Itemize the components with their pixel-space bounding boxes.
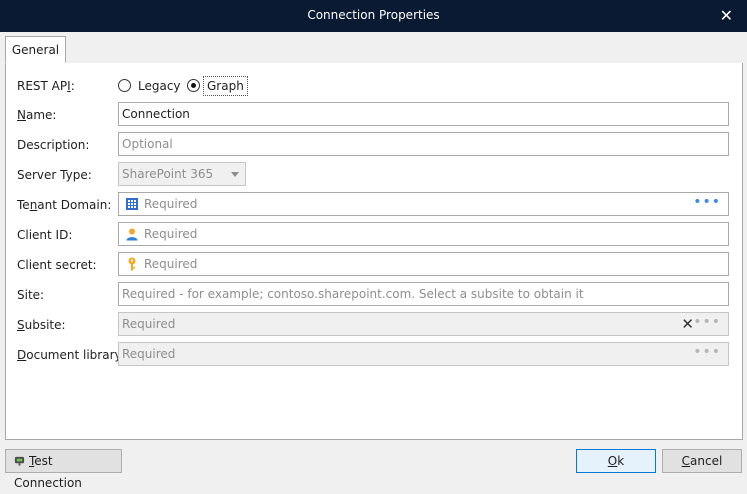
document-library-placeholder: Required	[122, 347, 176, 361]
client-id-field[interactable]: Required	[118, 222, 729, 246]
graph-radio[interactable]	[187, 79, 200, 92]
tenant-domain-placeholder: Required	[144, 197, 198, 211]
document-library-field[interactable]: Required •••	[118, 342, 729, 366]
legacy-radio[interactable]	[118, 79, 131, 92]
close-icon[interactable]: ✕	[720, 6, 733, 25]
browse-dots-icon[interactable]: •••	[693, 344, 721, 360]
radio-selected-dot	[191, 83, 196, 88]
subsite-label: Subsite:	[17, 318, 66, 332]
user-icon	[126, 228, 138, 241]
subsite-field[interactable]: Required ✕ •••	[118, 312, 729, 336]
subsite-placeholder: Required	[122, 317, 176, 331]
key-icon	[128, 257, 136, 271]
tenant-domain-label: Tenant Domain:	[17, 198, 112, 212]
site-label: Site:	[17, 288, 45, 302]
description-label: Description:	[17, 138, 90, 152]
tenant-domain-field[interactable]: Required •••	[118, 192, 729, 216]
window-title: Connection Properties	[307, 8, 440, 22]
ok-button[interactable]: Ok	[576, 449, 656, 473]
description-field[interactable]: Optional	[118, 132, 729, 156]
building-icon	[126, 198, 138, 210]
site-placeholder: Required - for example; contoso.sharepoi…	[122, 287, 584, 301]
server-type-label: Server Type:	[17, 168, 92, 182]
title-bar: Connection Properties ✕	[0, 0, 747, 32]
browse-dots-icon[interactable]: •••	[693, 194, 721, 210]
client-id-label: Client ID:	[17, 228, 73, 242]
browse-dots-icon[interactable]: •••	[693, 314, 721, 330]
name-value: Connection	[122, 107, 190, 121]
legacy-radio-label[interactable]: Legacy	[138, 79, 181, 93]
cancel-button[interactable]: Cancel	[662, 449, 742, 473]
server-type-value: SharePoint 365	[122, 167, 214, 181]
description-placeholder: Optional	[122, 137, 173, 151]
tab-strip: General	[5, 36, 743, 65]
name-field[interactable]: Connection	[118, 102, 729, 126]
rest-api-label: REST API:	[17, 79, 75, 93]
name-label: Name:	[17, 108, 57, 122]
client-secret-label: Client secret:	[17, 258, 97, 272]
test-connection-button[interactable]: Test Connection	[5, 449, 122, 490]
client-secret-field[interactable]: Required	[118, 252, 729, 276]
graph-radio-label[interactable]: Graph	[203, 76, 248, 96]
client-id-placeholder: Required	[144, 227, 198, 241]
clear-icon[interactable]: ✕	[681, 315, 694, 333]
document-library-label: Document library:	[17, 348, 125, 362]
site-field[interactable]: Required - for example; contoso.sharepoi…	[118, 282, 729, 306]
server-type-select[interactable]: SharePoint 365	[118, 162, 246, 186]
tab-general[interactable]: General	[5, 36, 66, 63]
client-secret-placeholder: Required	[144, 257, 198, 271]
chevron-down-icon	[231, 172, 239, 177]
plug-icon	[14, 456, 25, 466]
